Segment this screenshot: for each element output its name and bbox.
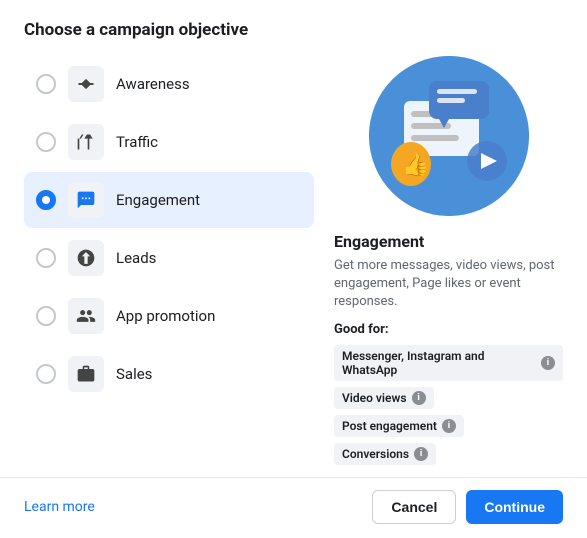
- detail-description: Get more messages, video views, post eng…: [334, 257, 563, 312]
- svg-text:👍: 👍: [402, 152, 429, 178]
- info-icon[interactable]: i: [442, 419, 456, 433]
- leads-icon: [68, 240, 104, 276]
- tag-list: Messenger, Instagram and WhatsAppiVideo …: [334, 345, 563, 465]
- sales-icon: [68, 356, 104, 392]
- engagement-icon: [68, 182, 104, 218]
- good-for-label: Good for:: [334, 322, 563, 337]
- continue-button[interactable]: Continue: [466, 490, 563, 524]
- tag-label: Post engagement: [342, 419, 437, 433]
- footer-buttons: Cancel Continue: [372, 490, 563, 524]
- radio-engagement: [36, 190, 56, 210]
- objective-label-leads: Leads: [116, 249, 156, 267]
- info-icon[interactable]: i: [541, 356, 555, 370]
- objective-item-sales[interactable]: Sales: [24, 346, 314, 402]
- objective-item-awareness[interactable]: Awareness: [24, 56, 314, 112]
- awareness-icon: [68, 66, 104, 102]
- cancel-button[interactable]: Cancel: [372, 490, 456, 524]
- good-for-tag: Post engagement i: [334, 415, 464, 437]
- objective-label-engagement: Engagement: [116, 191, 200, 209]
- good-for-tag: Conversions i: [334, 443, 436, 465]
- modal-body: Awareness Traffic Engagement Leads App promo…: [24, 56, 563, 465]
- radio-awareness: [36, 74, 56, 94]
- good-for-tag: Messenger, Instagram and WhatsApp i: [334, 345, 563, 381]
- learn-more-link[interactable]: Learn more: [24, 499, 95, 515]
- tag-label: Video views: [342, 391, 407, 405]
- modal-title: Choose a campaign objective: [24, 20, 563, 40]
- good-for-tag: Video views i: [334, 387, 434, 409]
- radio-traffic: [36, 132, 56, 152]
- objectives-list: Awareness Traffic Engagement Leads App promo…: [24, 56, 314, 465]
- app-promotion-icon: [68, 298, 104, 334]
- modal-content: Choose a campaign objective Awareness Tra…: [0, 0, 587, 465]
- modal-footer: Learn more Cancel Continue: [0, 477, 587, 538]
- objective-item-engagement[interactable]: Engagement: [24, 172, 314, 228]
- radio-sales: [36, 364, 56, 384]
- detail-panel: 👍 Engagement Get more messages, video vi…: [314, 56, 563, 465]
- objective-label-sales: Sales: [116, 365, 152, 383]
- tag-label: Messenger, Instagram and WhatsApp: [342, 349, 536, 377]
- objective-item-leads[interactable]: Leads: [24, 230, 314, 286]
- traffic-icon: [68, 124, 104, 160]
- radio-leads: [36, 248, 56, 268]
- objective-label-awareness: Awareness: [116, 75, 190, 93]
- detail-title: Engagement: [334, 232, 563, 251]
- objective-label-app-promotion: App promotion: [116, 307, 215, 325]
- objective-item-app-promotion[interactable]: App promotion: [24, 288, 314, 344]
- radio-app-promotion: [36, 306, 56, 326]
- objective-item-traffic[interactable]: Traffic: [24, 114, 314, 170]
- objective-label-traffic: Traffic: [116, 133, 158, 151]
- engagement-illustration: 👍: [369, 56, 529, 216]
- info-icon[interactable]: i: [412, 391, 426, 405]
- info-icon[interactable]: i: [414, 447, 428, 461]
- tag-label: Conversions: [342, 447, 409, 461]
